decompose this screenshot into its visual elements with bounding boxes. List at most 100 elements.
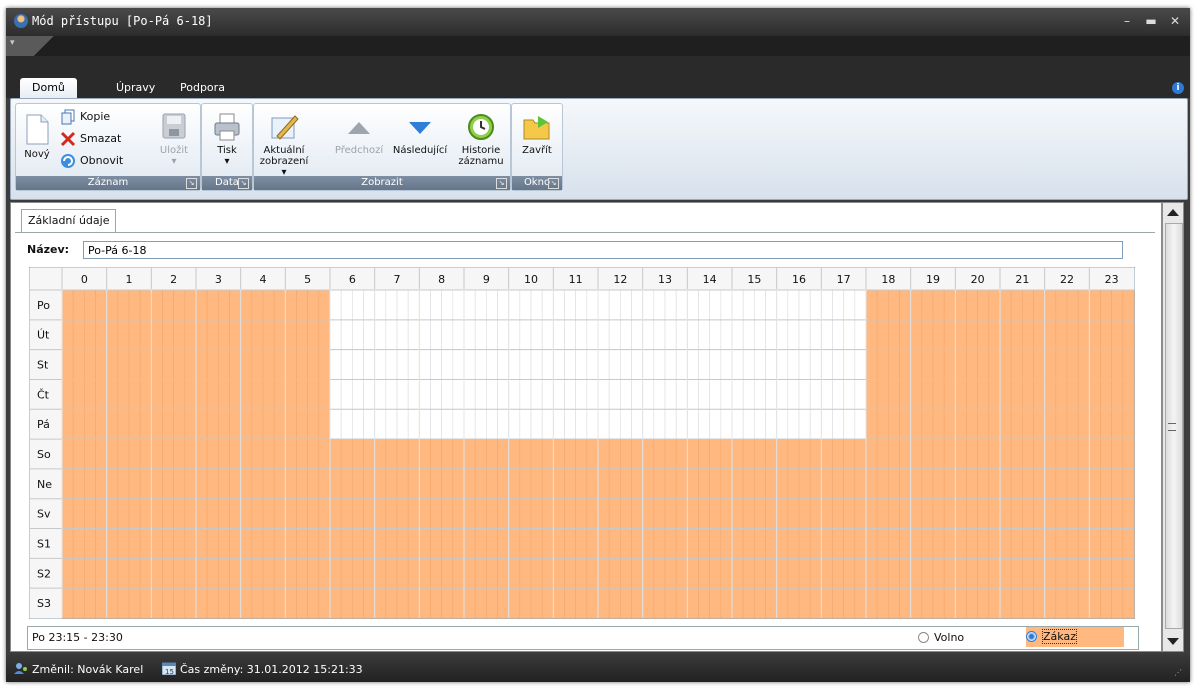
schedule-cell[interactable] [664, 408, 677, 440]
schedule-cell[interactable] [307, 558, 320, 589]
schedule-cell[interactable] [1122, 528, 1135, 559]
schedule-cell[interactable] [977, 408, 990, 440]
schedule-cell[interactable] [497, 528, 509, 559]
schedule-cell[interactable] [742, 587, 755, 619]
schedule-cell[interactable] [821, 379, 833, 410]
schedule-cell[interactable] [72, 468, 85, 500]
schedule-cell[interactable] [106, 498, 119, 529]
schedule-cell[interactable] [1089, 349, 1101, 380]
schedule-cell[interactable] [296, 558, 308, 589]
schedule-cell[interactable] [474, 438, 487, 470]
schedule-cell[interactable] [530, 498, 543, 529]
schedule-cell[interactable] [95, 528, 107, 559]
schedule-cell[interactable] [1077, 558, 1090, 589]
schedule-cell[interactable] [251, 319, 264, 350]
schedule-cell[interactable] [385, 438, 398, 470]
schedule-cell[interactable] [1066, 289, 1079, 321]
schedule-cell[interactable] [932, 379, 945, 410]
schedule-cell[interactable] [430, 438, 442, 470]
resize-grip-icon[interactable]: ⋰ [1174, 668, 1182, 677]
schedule-cell[interactable] [84, 349, 96, 380]
schedule-cell[interactable] [285, 289, 297, 321]
schedule-cell[interactable] [151, 438, 163, 470]
schedule-cell[interactable] [910, 558, 923, 589]
schedule-cell[interactable] [162, 289, 174, 321]
schedule-cell[interactable] [765, 498, 777, 529]
schedule-cell[interactable] [352, 498, 364, 529]
schedule-cell[interactable] [452, 349, 465, 380]
schedule-cell[interactable] [117, 587, 130, 619]
schedule-cell[interactable] [955, 438, 967, 470]
schedule-cell[interactable] [84, 319, 96, 350]
schedule-cell[interactable] [206, 408, 219, 440]
schedule-cell[interactable] [865, 289, 878, 321]
schedule-cell[interactable] [396, 319, 409, 350]
schedule-cell[interactable] [374, 349, 387, 380]
schedule-cell[interactable] [899, 379, 911, 410]
schedule-cell[interactable] [1066, 438, 1079, 470]
schedule-cell[interactable] [117, 558, 130, 589]
schedule-cell[interactable] [798, 379, 811, 410]
schedule-cell[interactable] [273, 468, 286, 500]
schedule-cell[interactable] [720, 289, 733, 321]
ulozit-button[interactable]: Uložit ▾ [156, 112, 192, 167]
schedule-cell[interactable] [117, 379, 130, 410]
schedule-cell[interactable] [977, 349, 990, 380]
schedule-cell[interactable] [698, 468, 710, 500]
schedule-cell[interactable] [597, 498, 610, 529]
schedule-cell[interactable] [731, 587, 744, 619]
schedule-cell[interactable] [943, 498, 956, 529]
schedule-cell[interactable] [541, 379, 554, 410]
schedule-cell[interactable] [1111, 319, 1124, 350]
schedule-cell[interactable] [1033, 408, 1045, 440]
schedule-cell[interactable] [106, 349, 119, 380]
schedule-cell[interactable] [955, 289, 967, 321]
schedule-cell[interactable] [966, 408, 978, 440]
schedule-cell[interactable] [530, 558, 543, 589]
schedule-cell[interactable] [899, 558, 911, 589]
schedule-cell[interactable] [809, 408, 822, 440]
schedule-cell[interactable] [832, 349, 844, 380]
okno-launcher-icon[interactable]: ↘ [548, 178, 559, 189]
schedule-cell[interactable] [966, 498, 978, 529]
schedule-cell[interactable] [832, 319, 844, 350]
schedule-cell[interactable] [218, 468, 230, 500]
schedule-cell[interactable] [117, 408, 130, 440]
schedule-cell[interactable] [709, 468, 722, 500]
name-input[interactable] [83, 241, 1123, 259]
schedule-cell[interactable] [642, 379, 655, 410]
schedule-cell[interactable] [899, 289, 911, 321]
schedule-cell[interactable] [430, 498, 442, 529]
schedule-cell[interactable] [486, 349, 498, 380]
schedule-cell[interactable] [787, 587, 800, 619]
schedule-cell[interactable] [720, 349, 733, 380]
schedule-cell[interactable] [285, 498, 297, 529]
schedule-cell[interactable] [173, 289, 186, 321]
schedule-cell[interactable] [564, 468, 576, 500]
schedule-cell[interactable] [218, 438, 230, 470]
schedule-cell[interactable] [519, 349, 532, 380]
schedule-cell[interactable] [1044, 408, 1057, 440]
schedule-cell[interactable] [876, 289, 889, 321]
predchozi-button[interactable]: Předchozí [330, 112, 388, 156]
schedule-cell[interactable] [486, 408, 498, 440]
schedule-cell[interactable] [352, 468, 364, 500]
schedule-cell[interactable] [106, 289, 119, 321]
schedule-cell[interactable] [943, 528, 956, 559]
schedule-cell[interactable] [687, 319, 699, 350]
schedule-cell[interactable] [530, 438, 543, 470]
schedule-cell[interactable] [541, 289, 554, 321]
schedule-cell[interactable] [1044, 438, 1057, 470]
schedule-cell[interactable] [776, 468, 789, 500]
schedule-cell[interactable] [173, 498, 186, 529]
schedule-cell[interactable] [419, 498, 431, 529]
schedule-cell[interactable] [988, 408, 1001, 440]
schedule-cell[interactable] [541, 498, 554, 529]
schedule-cell[interactable] [151, 587, 163, 619]
schedule-cell[interactable] [921, 528, 934, 559]
schedule-cell[interactable] [899, 438, 911, 470]
schedule-cell[interactable] [787, 498, 800, 529]
schedule-cell[interactable] [206, 468, 219, 500]
schedule-cell[interactable] [363, 349, 375, 380]
schedule-cell[interactable] [128, 528, 141, 559]
